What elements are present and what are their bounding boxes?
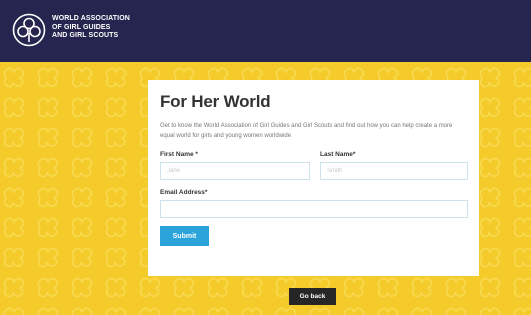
logo-line: World Association [52, 15, 130, 22]
last-name-input[interactable] [320, 162, 468, 180]
first-name-input[interactable] [160, 162, 310, 180]
logo-line: and Girl Scouts [52, 32, 119, 39]
signup-card: For Her World Get to know the World Asso… [148, 80, 479, 276]
email-field: Email Address* [160, 189, 468, 218]
logo-line: of Girl Guides [52, 23, 111, 31]
first-name-field: First Name * [160, 151, 310, 180]
form-description: Get to know the World Association of Gir… [160, 123, 453, 139]
first-name-label: First Name * [160, 151, 198, 158]
email-label: Email Address* [160, 189, 208, 196]
organization-name: World Association of Girl Guides and Gir… [52, 15, 162, 41]
trefoil-emblem-icon[interactable] [12, 13, 46, 47]
name-row: First Name * Last Name* [160, 151, 468, 180]
last-name-field: Last Name* [320, 151, 468, 180]
last-name-label: Last Name* [320, 151, 356, 158]
site-header: World Association of Girl Guides and Gir… [0, 0, 531, 62]
go-back-button[interactable]: Go back [289, 288, 336, 305]
email-input[interactable] [160, 200, 468, 218]
submit-button[interactable]: Submit [160, 226, 209, 246]
form-title: For Her World [160, 92, 271, 111]
